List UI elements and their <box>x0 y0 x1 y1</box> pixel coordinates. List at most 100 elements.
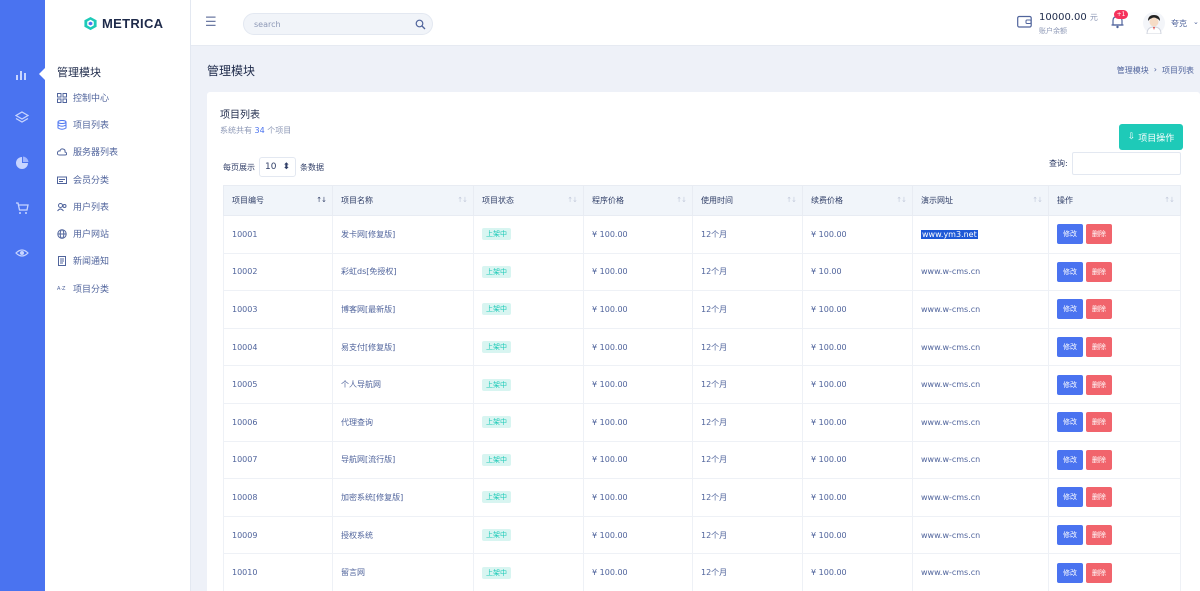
cell-renew-text: ¥ 100.00 <box>811 304 847 314</box>
cell-price-text: ¥ 100.00 <box>592 267 628 277</box>
cell-url: www.ym3.net <box>912 215 1049 254</box>
menu-item-project-categories[interactable]: A·Z 项目分类 <box>57 282 109 295</box>
wallet-icon <box>1017 15 1032 28</box>
balance-amount: 10000.00 元 <box>1039 12 1098 23</box>
layers-icon[interactable] <box>14 110 30 126</box>
edit-button[interactable]: 修改 <box>1057 374 1083 395</box>
cell-status: 上架中 <box>473 515 584 555</box>
column-header-id[interactable]: 项目编号 ↑↓ <box>223 185 333 216</box>
cell-duration: 12个月 <box>692 365 803 404</box>
edit-button[interactable]: 修改 <box>1057 261 1083 282</box>
avatar[interactable] <box>1143 12 1165 34</box>
cell-id-text: 10003 <box>232 304 258 314</box>
globe-icon <box>57 228 67 239</box>
cart-icon[interactable] <box>14 200 30 216</box>
cell-name-text: 授权系统 <box>341 530 373 540</box>
demo-url-link[interactable]: www.w-cms.cn <box>921 343 980 352</box>
cell-duration-text: 12个月 <box>701 492 728 502</box>
menu-item-projects[interactable]: 项目列表 <box>57 118 109 131</box>
edit-button[interactable]: 修改 <box>1057 299 1083 320</box>
cell-duration-text: 12个月 <box>701 417 728 427</box>
menu-item-dashboard[interactable]: 控制中心 <box>57 91 109 104</box>
balance-value: 10000.00 <box>1039 12 1087 23</box>
column-header-renew[interactable]: 续费价格 ↑↓ <box>802 185 913 216</box>
column-header-name[interactable]: 项目名称 ↑↓ <box>332 185 474 216</box>
cell-name: 留言网 <box>332 553 474 591</box>
edit-button[interactable]: 修改 <box>1057 449 1083 470</box>
demo-url-link[interactable]: www.w-cms.cn <box>921 380 980 389</box>
column-header-duration[interactable]: 使用时间 ↑↓ <box>692 185 803 216</box>
delete-button[interactable]: 删除 <box>1086 337 1112 358</box>
column-header-url[interactable]: 演示网址 ↑↓ <box>912 185 1049 216</box>
cell-duration: 12个月 <box>692 402 803 442</box>
cell-id: 10005 <box>223 365 333 404</box>
demo-url-link[interactable]: www.w-cms.cn <box>921 267 980 276</box>
demo-url-link[interactable]: www.w-cms.cn <box>921 493 980 502</box>
subtitle-suffix: 个项目 <box>267 126 292 135</box>
column-header-status[interactable]: 项目状态 ↑↓ <box>473 185 584 216</box>
edit-button[interactable]: 修改 <box>1057 412 1083 433</box>
cell-price-text: ¥ 100.00 <box>592 530 628 540</box>
chevron-down-icon[interactable]: ⌄ <box>1193 18 1199 26</box>
menu-item-member-types[interactable]: 会员分类 <box>57 173 109 186</box>
delete-button[interactable]: 删除 <box>1086 525 1112 546</box>
delete-button[interactable]: 删除 <box>1086 562 1112 583</box>
eye-icon[interactable] <box>14 245 30 261</box>
cell-renew: ¥ 100.00 <box>802 553 913 591</box>
cell-duration-text: 12个月 <box>701 304 728 314</box>
menu-item-user-sites[interactable]: 用户网站 <box>57 227 109 240</box>
menu-item-news[interactable]: 新闻通知 <box>57 254 109 267</box>
cell-duration: 12个月 <box>692 327 803 367</box>
search-icon[interactable] <box>415 19 426 30</box>
page-length-select[interactable]: 10 ⬍ <box>259 157 296 177</box>
per-page-suffix: 条数据 <box>300 162 324 172</box>
menu-item-label: 用户网站 <box>73 230 110 240</box>
pie-chart-icon[interactable] <box>14 155 30 171</box>
cell-id-text: 10002 <box>232 267 258 277</box>
edit-button[interactable]: 修改 <box>1057 562 1083 583</box>
delete-button[interactable]: 删除 <box>1086 487 1112 508</box>
menu-item-users[interactable]: 用户列表 <box>57 200 109 213</box>
status-badge: 上架中 <box>482 265 511 278</box>
sort-icon: ↑↓ <box>567 196 578 204</box>
delete-button[interactable]: 删除 <box>1086 261 1112 282</box>
project-operation-button[interactable]: ⇩ 项目操作 <box>1119 124 1183 150</box>
edit-button[interactable]: 修改 <box>1057 224 1083 245</box>
delete-button[interactable]: 删除 <box>1086 374 1112 395</box>
brand[interactable]: METRICA <box>83 16 163 31</box>
filter-input[interactable] <box>1072 152 1181 175</box>
cell-price-text: ¥ 100.00 <box>592 455 628 465</box>
demo-url-link[interactable]: www.w-cms.cn <box>921 418 980 427</box>
menu-toggle-icon[interactable]: ☰ <box>205 15 217 30</box>
cell-duration-text: 12个月 <box>701 229 728 239</box>
delete-button[interactable]: 删除 <box>1086 224 1112 245</box>
demo-url-link[interactable]: www.ym3.net <box>921 229 978 239</box>
delete-button[interactable]: 删除 <box>1086 299 1112 320</box>
cell-renew: ¥ 100.00 <box>802 402 913 442</box>
edit-button[interactable]: 修改 <box>1057 487 1083 508</box>
edit-button[interactable]: 修改 <box>1057 525 1083 546</box>
column-header-price[interactable]: 程序价格 ↑↓ <box>583 185 693 216</box>
column-header-actions[interactable]: 操作 ↑↓ <box>1048 185 1181 216</box>
menu-item-servers[interactable]: 服务器列表 <box>57 145 118 158</box>
demo-url-link[interactable]: www.w-cms.cn <box>921 531 980 540</box>
breadcrumb-item[interactable]: 管理模块 <box>1117 65 1149 76</box>
cell-url: www.w-cms.cn <box>912 252 1049 292</box>
cell-url: www.w-cms.cn <box>912 440 1049 480</box>
demo-url-link[interactable]: www.w-cms.cn <box>921 455 980 464</box>
menu-item-label: 项目列表 <box>73 121 110 131</box>
table-row: 10008 加密系统[修复版] 上架中 ¥ 100.00 12个月 ¥ 100.00 www… <box>223 478 1181 517</box>
cell-actions: 修改 删除 <box>1048 515 1181 555</box>
cell-name: 加密系统[修复版] <box>332 478 474 517</box>
delete-button[interactable]: 删除 <box>1086 412 1112 433</box>
bar-chart-icon[interactable] <box>14 66 30 82</box>
card-title: 项目列表 <box>220 110 260 121</box>
username[interactable]: 夸克 <box>1171 18 1187 29</box>
per-page-label: 每页展示 <box>223 162 255 172</box>
delete-button[interactable]: 删除 <box>1086 449 1112 470</box>
search-input[interactable] <box>254 18 404 31</box>
edit-button[interactable]: 修改 <box>1057 337 1083 358</box>
cell-status: 上架中 <box>473 478 584 517</box>
demo-url-link[interactable]: www.w-cms.cn <box>921 568 980 577</box>
demo-url-link[interactable]: www.w-cms.cn <box>921 305 980 314</box>
